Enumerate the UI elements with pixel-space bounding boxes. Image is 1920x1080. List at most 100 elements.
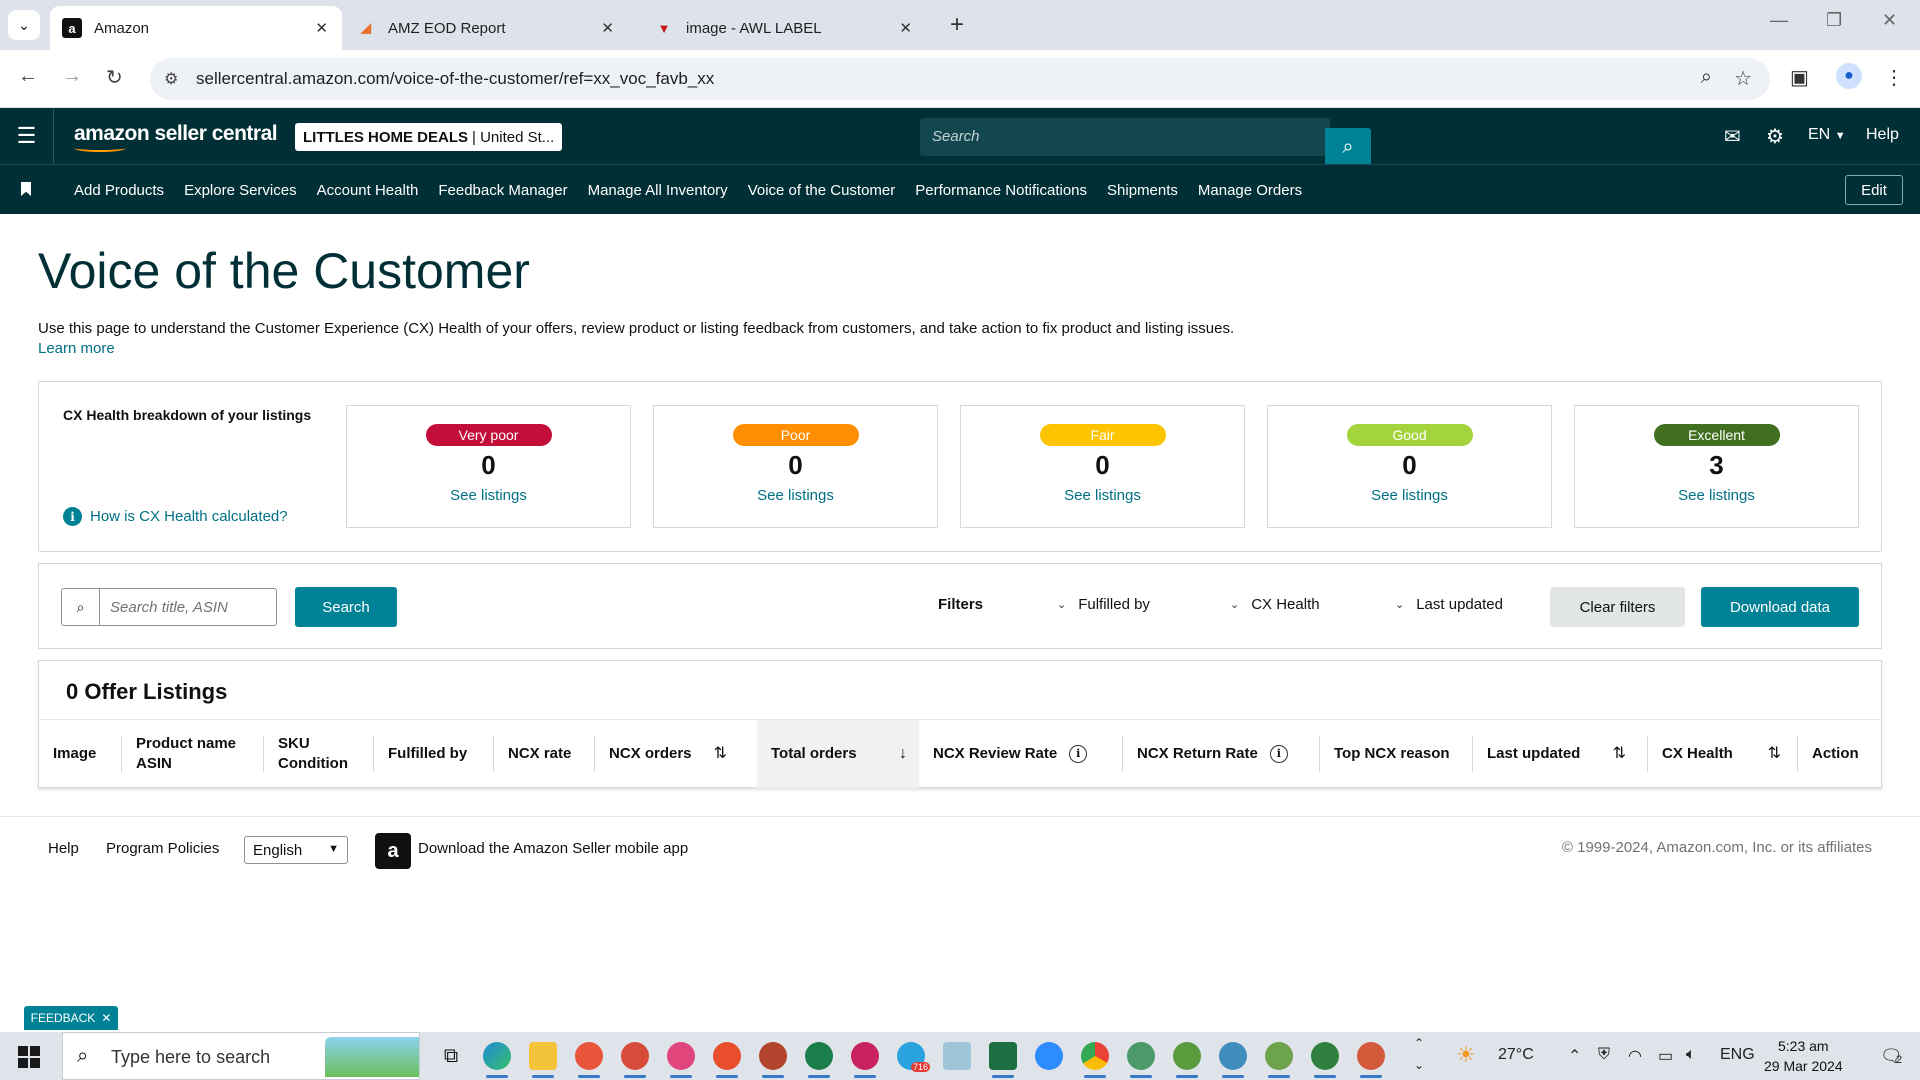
col-cx-health[interactable]: CX Health ⇅: [1647, 736, 1793, 772]
listing-search-button[interactable]: Search: [295, 587, 397, 627]
nav-voice-of-customer[interactable]: Voice of the Customer: [748, 182, 896, 199]
security-icon[interactable]: ⛨: [1598, 1046, 1610, 1064]
nav-shipments[interactable]: Shipments: [1107, 182, 1178, 199]
site-settings-icon[interactable]: ⚙: [164, 69, 178, 89]
new-tab-icon[interactable]: +: [950, 11, 964, 39]
reload-icon[interactable]: ↻: [106, 65, 123, 90]
edge-icon[interactable]: [478, 1032, 516, 1080]
chrome-profile-icon[interactable]: [1122, 1032, 1160, 1080]
nav-performance-notifications[interactable]: Performance Notifications: [915, 182, 1087, 199]
scroll-up-icon[interactable]: ⌃: [1414, 1036, 1424, 1050]
footer-language-select[interactable]: English ▼: [244, 836, 348, 864]
arrow-down-icon[interactable]: ↓: [899, 744, 907, 764]
nav-explore-services[interactable]: Explore Services: [184, 182, 297, 199]
cx-health-dropdown[interactable]: ⌄ CX Health: [1230, 596, 1320, 613]
bookmark-icon[interactable]: [21, 182, 31, 196]
forward-icon[interactable]: →: [62, 65, 82, 88]
snipping-tool-icon[interactable]: [570, 1032, 608, 1080]
scroll-down-icon[interactable]: ⌄: [1414, 1058, 1424, 1072]
col-total-orders[interactable]: Total orders ↓: [757, 720, 919, 788]
input-language[interactable]: ENG: [1720, 1046, 1755, 1064]
nav-add-products[interactable]: Add Products: [74, 182, 164, 199]
info-icon[interactable]: i: [1269, 745, 1288, 763]
last-updated-dropdown[interactable]: ⌄ Last updated: [1395, 596, 1503, 613]
learn-more-link[interactable]: Learn more: [38, 340, 115, 357]
zoom-icon[interactable]: [1030, 1032, 1068, 1080]
browser-tab-awl-label[interactable]: ▼ image - AWL LABEL ✕: [642, 6, 926, 50]
zoom-icon[interactable]: ⌕: [1701, 66, 1712, 89]
chrome-profile-icon[interactable]: [1260, 1032, 1298, 1080]
taskbar-search[interactable]: ⌕ Type here to search: [62, 1032, 420, 1080]
footer-policies-link[interactable]: Program Policies: [106, 840, 219, 857]
download-data-button[interactable]: Download data: [1701, 587, 1859, 627]
search-button[interactable]: ⌕: [1325, 128, 1371, 166]
browser-tab-amazon[interactable]: a Amazon ✕: [50, 6, 342, 50]
store-switcher[interactable]: LITTLES HOME DEALS | United St...: [295, 123, 563, 151]
nav-manage-inventory[interactable]: Manage All Inventory: [588, 182, 728, 199]
seller-central-logo[interactable]: amazon seller central: [74, 122, 278, 152]
weather-temp[interactable]: 27°C: [1498, 1046, 1534, 1064]
weather-icon[interactable]: ☀: [1456, 1042, 1476, 1068]
see-listings-link[interactable]: See listings: [1575, 487, 1858, 504]
file-explorer-icon[interactable]: [524, 1032, 562, 1080]
chevron-up-icon[interactable]: ⌃: [1568, 1046, 1581, 1066]
close-icon[interactable]: ✕: [899, 19, 912, 37]
footer-help-link[interactable]: Help: [48, 840, 79, 857]
see-listings-link[interactable]: See listings: [347, 487, 630, 504]
nav-feedback-manager[interactable]: Feedback Manager: [438, 182, 567, 199]
side-panel-icon[interactable]: ▣: [1790, 65, 1809, 90]
chrome-profile-icon[interactable]: [1306, 1032, 1344, 1080]
restore-icon[interactable]: ❐: [1826, 10, 1842, 31]
task-view-icon[interactable]: ⧉: [432, 1032, 470, 1080]
see-listings-link[interactable]: See listings: [961, 487, 1244, 504]
edit-nav-button[interactable]: Edit: [1845, 175, 1903, 205]
close-icon[interactable]: ✕: [101, 1011, 111, 1025]
col-last-updated[interactable]: Last updated ⇅: [1472, 736, 1638, 772]
search-input[interactable]: Search: [932, 128, 980, 145]
chrome-profile-icon[interactable]: [754, 1032, 792, 1080]
fulfilled-by-dropdown[interactable]: ⌄ Fulfilled by: [1057, 596, 1150, 613]
menu-kebab-icon[interactable]: ⋮: [1884, 65, 1904, 90]
minimize-icon[interactable]: —: [1770, 10, 1788, 31]
header-search[interactable]: Search ⌕: [920, 118, 1371, 166]
chrome-profile-icon[interactable]: [1168, 1032, 1206, 1080]
gear-icon[interactable]: ⚙: [1766, 124, 1784, 149]
chrome-profile-icon[interactable]: [846, 1032, 884, 1080]
taskbar-search-input[interactable]: Type here to search: [111, 1047, 270, 1068]
notes-icon[interactable]: [938, 1032, 976, 1080]
mail-icon[interactable]: ✉: [1724, 124, 1741, 149]
wifi-icon[interactable]: ◠: [1628, 1046, 1642, 1066]
listing-search-input[interactable]: Search title, ASIN: [99, 588, 277, 626]
excel-icon[interactable]: [984, 1032, 1022, 1080]
see-listings-link[interactable]: See listings: [654, 487, 937, 504]
url-field[interactable]: ⚙ sellercentral.amazon.com/voice-of-the-…: [150, 58, 1770, 100]
clear-filters-button[interactable]: Clear filters: [1550, 587, 1685, 627]
telegram-icon[interactable]: 716: [892, 1032, 930, 1080]
window-close-icon[interactable]: ✕: [1882, 10, 1897, 31]
volume-icon[interactable]: 🔈︎: [1686, 1046, 1696, 1064]
download-app-link[interactable]: Download the Amazon Seller mobile app: [418, 840, 688, 857]
feedback-tab[interactable]: FEEDBACK ✕: [24, 1006, 118, 1030]
chrome-profile-icon[interactable]: [800, 1032, 838, 1080]
nav-account-health[interactable]: Account Health: [317, 182, 419, 199]
chrome-profile-icon[interactable]: [662, 1032, 700, 1080]
chrome-profile-icon[interactable]: [1214, 1032, 1252, 1080]
browser-tab-eod-report[interactable]: ◢ AMZ EOD Report ✕: [344, 6, 628, 50]
see-listings-link[interactable]: See listings: [1268, 487, 1551, 504]
chrome-icon[interactable]: [1076, 1032, 1114, 1080]
language-selector[interactable]: EN ▼: [1808, 126, 1846, 144]
bookmark-star-icon[interactable]: ☆: [1734, 66, 1752, 91]
windows-start-icon[interactable]: [18, 1046, 40, 1068]
chrome-profile-icon[interactable]: [708, 1032, 746, 1080]
help-link[interactable]: Help: [1866, 126, 1899, 144]
close-icon[interactable]: ✕: [315, 19, 328, 37]
sort-icon[interactable]: ⇅: [1768, 744, 1781, 764]
cx-health-how-link[interactable]: i How is CX Health calculated?: [63, 507, 288, 526]
profile-avatar-icon[interactable]: ●: [1836, 63, 1862, 89]
hamburger-menu-icon[interactable]: ☰: [0, 108, 54, 164]
amazon-app-icon[interactable]: a: [375, 833, 411, 869]
back-icon[interactable]: ←: [18, 65, 38, 88]
chrome-profile-icon[interactable]: [616, 1032, 654, 1080]
close-icon[interactable]: ✕: [601, 19, 614, 37]
sort-icon[interactable]: ⇅: [714, 744, 727, 764]
